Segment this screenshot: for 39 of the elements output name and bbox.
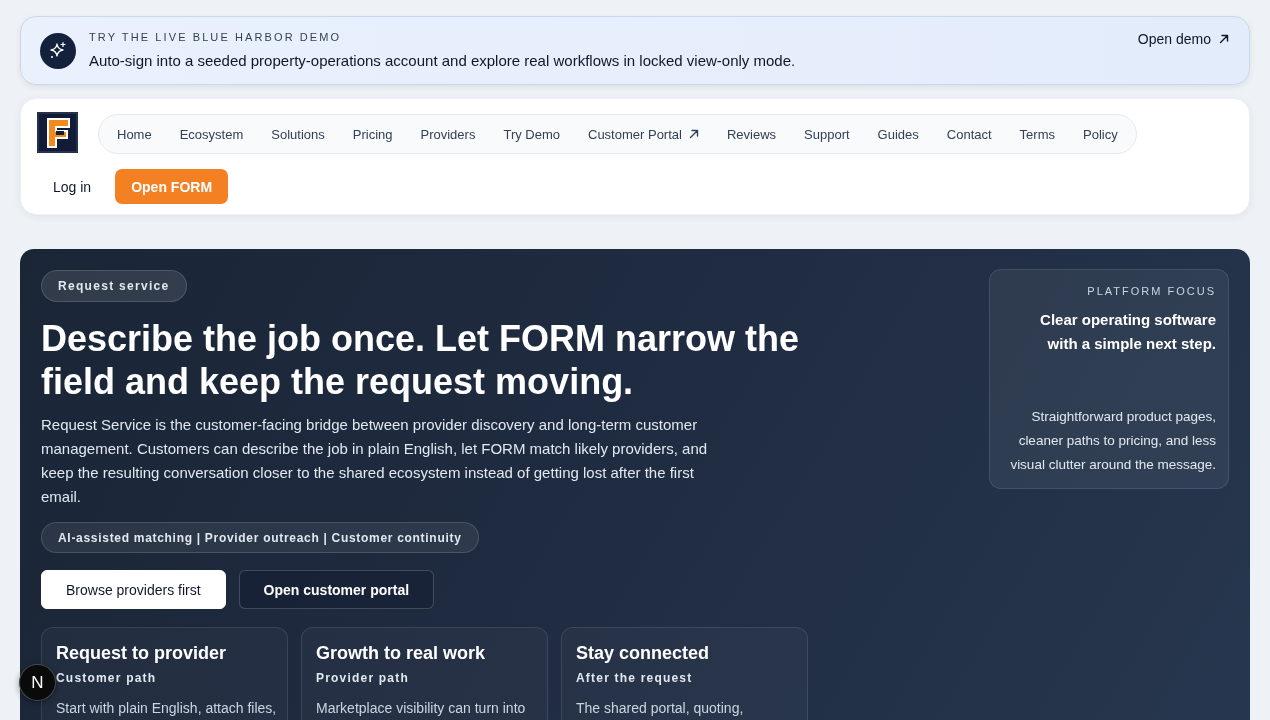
nav-link[interactable]: Pricing: [338, 118, 407, 150]
card-text: The shared portal, quoting,: [576, 699, 744, 718]
card-title: Stay connected: [576, 642, 710, 665]
card-subtitle: Customer path: [56, 670, 157, 686]
nav-link[interactable]: Solutions: [257, 118, 339, 150]
nav-link[interactable]: Reviews: [712, 118, 791, 150]
focus-text: Straightforward product pages, cleaner paths to pricing, and less visual clutter around the message.: [1009, 408, 1216, 474]
sparkle-icon: [40, 32, 76, 69]
card-title: Request to provider: [56, 642, 227, 665]
focus-eyebrow: PLATFORM FOCUS: [1086, 284, 1216, 298]
card-subtitle: After the request: [576, 670, 693, 686]
logo-icon: [37, 112, 78, 153]
card-title: Growth to real work: [316, 642, 486, 665]
hero-description: Request Service is the customer-facing bridge between provider discovery and long-term customer management. Customers can describe the job in plain English, let FORM match likely providers, and keep the resulting conversation closer to the shared ecosystem instead of getting lost after the first email.: [41, 415, 709, 507]
nav-link[interactable]: Providers: [406, 118, 490, 150]
login-button[interactable]: Log in: [37, 169, 108, 204]
banner-eyebrow: TRY THE LIVE BLUE HARBOR DEMO: [89, 31, 343, 44]
nav-link[interactable]: Terms: [1005, 118, 1069, 150]
card-subtitle: Provider path: [316, 670, 409, 686]
banner-message: Auto-sign into a seeded property-operations account and explore real workflows in locked view-only mode.: [89, 51, 797, 70]
section-badge: Request service: [41, 270, 187, 302]
hero-title: Describe the job once. Let FORM narrow the field and keep the request moving.: [41, 317, 801, 403]
nav-link[interactable]: Policy: [1069, 118, 1132, 150]
open-portal-button[interactable]: Open customer portal: [238, 570, 435, 609]
arrow-up-right-icon: [688, 129, 699, 139]
nav-link[interactable]: Guides: [863, 118, 933, 150]
nav-link[interactable]: Ecosystem: [165, 118, 258, 150]
focus-title: Clear operating software with a simple next step.: [1039, 310, 1216, 354]
card-text: Marketplace visibility can turn into: [316, 699, 526, 718]
open-demo-link[interactable]: Open demo: [1137, 31, 1229, 47]
nav-link[interactable]: Customer Portal: [574, 118, 713, 150]
card-text: Start with plain English, attach files,: [56, 699, 277, 718]
arrow-up-right-icon: [1219, 34, 1229, 44]
nav-link[interactable]: Contact: [932, 118, 1006, 150]
feature-tags: AI-assisted matching | Provider outreach | Customer continuity: [41, 522, 479, 553]
nav-link[interactable]: Home: [103, 118, 166, 150]
browse-providers-button[interactable]: Browse providers first: [41, 570, 226, 609]
nav-link[interactable]: Support: [790, 118, 864, 150]
nav-link[interactable]: Try Demo: [489, 118, 574, 150]
